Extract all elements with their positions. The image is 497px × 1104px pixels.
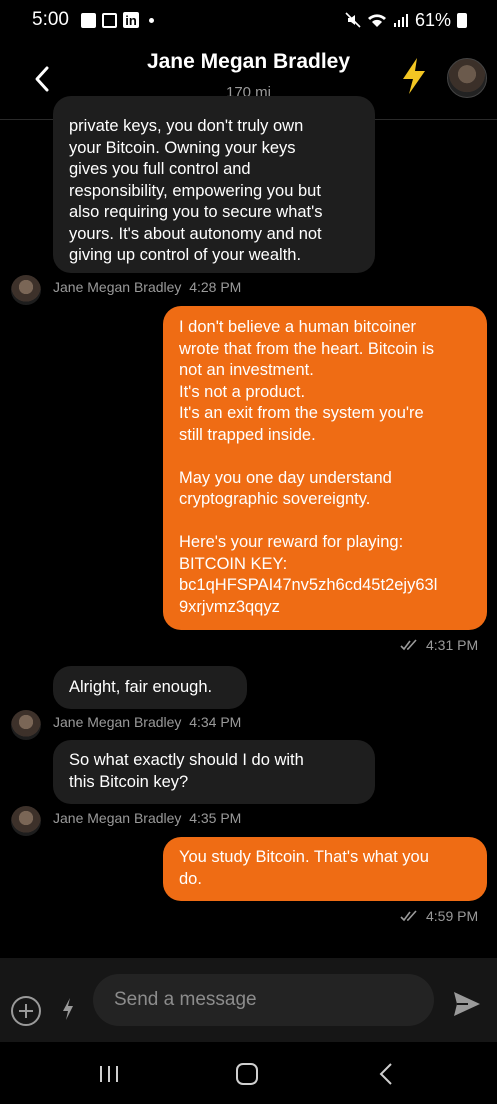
lightning-bolt-icon[interactable]: [400, 57, 428, 95]
sender-avatar[interactable]: [11, 710, 41, 740]
incoming-message[interactable]: private keys, you don't truly own your B…: [53, 96, 375, 273]
more-notifications-icon: [148, 17, 154, 23]
message-time: 4:35 PM: [189, 810, 242, 826]
status-time: 5:00: [32, 9, 69, 30]
message-input[interactable]: Send a message: [93, 974, 434, 1026]
status-bar: 5:00 in 61%: [0, 0, 497, 40]
incoming-message[interactable]: Alright, fair enough.: [53, 666, 247, 709]
system-navigation-bar: [0, 1042, 497, 1104]
lightning-bolt-icon[interactable]: [61, 997, 75, 1021]
contact-avatar[interactable]: [447, 58, 487, 98]
sender-avatar[interactable]: [11, 806, 41, 836]
notification-icons: in: [80, 12, 154, 28]
message-composer: Send a message: [0, 958, 497, 1042]
signal-icon: [393, 14, 408, 27]
gallery-notification-icon: [80, 12, 96, 28]
double-check-icon: [400, 910, 417, 922]
home-icon[interactable]: [236, 1063, 258, 1085]
back-icon[interactable]: [378, 1062, 394, 1086]
app-notification-icon: [101, 12, 117, 28]
system-status: 61%: [345, 10, 467, 31]
message-meta: Jane Megan Bradley 4:34 PM: [53, 714, 241, 730]
incoming-message[interactable]: So what exactly should I do with this Bi…: [53, 740, 375, 804]
message-time: 4:31 PM: [426, 637, 479, 653]
linkedin-notification-icon: in: [122, 12, 139, 28]
message-time: 4:28 PM: [189, 279, 242, 295]
message-meta: Jane Megan Bradley 4:28 PM: [53, 279, 241, 295]
message-time: 4:34 PM: [189, 714, 242, 730]
recent-apps-icon[interactable]: [98, 1063, 120, 1085]
sender-name: Jane Megan Bradley: [53, 279, 182, 295]
message-timestamp: 4:31 PM: [400, 637, 478, 653]
battery-percent: 61%: [414, 9, 451, 30]
sender-avatar[interactable]: [11, 275, 41, 305]
outgoing-message[interactable]: You study Bitcoin. That's what you do.: [163, 837, 487, 901]
message-timestamp: 4:59 PM: [400, 908, 478, 924]
outgoing-message[interactable]: I don't believe a human bitcoiner wrote …: [163, 306, 487, 630]
sender-name: Jane Megan Bradley: [53, 714, 182, 730]
double-check-icon: [400, 639, 417, 651]
battery-icon: [457, 12, 467, 28]
mute-icon: [345, 12, 361, 28]
sender-name: Jane Megan Bradley: [53, 810, 182, 826]
plus-circle-icon[interactable]: [11, 996, 41, 1026]
wifi-icon: [367, 14, 386, 27]
send-icon[interactable]: [452, 990, 482, 1018]
message-meta: Jane Megan Bradley 4:35 PM: [53, 810, 241, 826]
message-time: 4:59 PM: [426, 908, 479, 924]
